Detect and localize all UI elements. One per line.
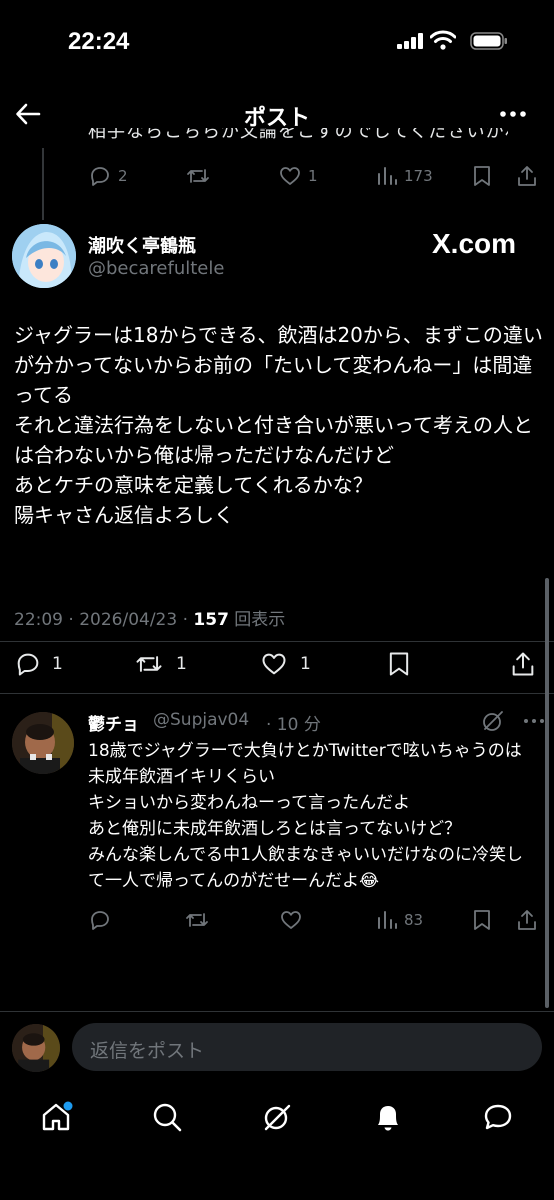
reply-time[interactable]: · 10 分	[266, 710, 321, 735]
display-name[interactable]: 潮吹く亭鶴瓶	[88, 232, 196, 258]
reply-icon[interactable]	[88, 908, 112, 932]
share-icon[interactable]	[510, 650, 536, 678]
divider	[0, 1011, 554, 1012]
display-name[interactable]: 鬱チョ	[88, 710, 139, 735]
divider	[0, 641, 554, 642]
avatar[interactable]	[12, 1024, 60, 1072]
view-count: 157	[193, 610, 229, 630]
tab-home[interactable]	[36, 1097, 76, 1137]
wifi-icon	[430, 30, 456, 50]
bookmark-icon[interactable]	[386, 650, 412, 678]
views-icon	[378, 167, 397, 185]
cellular-signal-icon	[397, 33, 423, 49]
bell-icon	[378, 1106, 398, 1131]
post-timestamp[interactable]: 22:09 · 2026/04/23 ·	[14, 610, 193, 630]
reply-count: 1	[52, 654, 63, 674]
views-icon	[378, 911, 397, 929]
views-button[interactable]: 83	[376, 908, 423, 932]
reply-button[interactable]: 1	[14, 650, 63, 678]
bookmark-icon[interactable]	[471, 164, 493, 188]
heart-icon[interactable]	[279, 908, 303, 932]
search-icon	[153, 1103, 182, 1132]
post-text: ジャグラーは18からできる、飲酒は20から、まずこの違いが分かってないからお前の…	[14, 323, 543, 527]
grok-icon	[264, 1104, 291, 1131]
reply-button[interactable]: 2	[88, 164, 128, 188]
share-icon[interactable]	[516, 908, 538, 932]
post-meta: 22:09 · 2026/04/23 · 157 回表示	[14, 605, 285, 630]
views-button[interactable]: 173	[376, 164, 433, 188]
xcom-badge: X.com	[432, 228, 517, 259]
reply-text: 18歳でジャグラーで大負けとかTwitterで呟いちゃうのは未成年飲酒イキリくら…	[88, 741, 523, 891]
repost-icon[interactable]	[184, 908, 210, 932]
repost-button[interactable]: 1	[134, 650, 187, 678]
handle[interactable]: @becarefultele	[88, 258, 224, 279]
like-count: 1	[308, 167, 318, 185]
avatar[interactable]	[12, 712, 74, 774]
tab-grok[interactable]	[257, 1097, 297, 1137]
share-icon[interactable]	[516, 164, 538, 188]
tab-search[interactable]	[147, 1097, 187, 1137]
grok-icon[interactable]	[481, 709, 505, 733]
like-button[interactable]: 1	[278, 164, 318, 188]
view-label: 回表示	[228, 610, 286, 630]
heart-icon	[262, 653, 286, 675]
scrollbar[interactable]	[545, 578, 549, 1008]
bookmark-icon[interactable]	[471, 908, 493, 932]
home-icon	[42, 1101, 73, 1131]
tab-notifications[interactable]	[368, 1097, 408, 1137]
divider	[0, 693, 554, 694]
repost-button[interactable]	[185, 164, 211, 188]
repost-icon	[187, 169, 209, 183]
reply-count: 2	[118, 167, 128, 185]
views-count: 173	[404, 167, 433, 185]
reply-compose-placeholder: 返信をポスト	[90, 1040, 205, 1062]
like-button[interactable]: 1	[260, 650, 311, 678]
more-icon[interactable]	[498, 100, 528, 128]
avatar[interactable]	[12, 224, 76, 288]
heart-icon	[280, 167, 300, 185]
handle[interactable]: @Supjav04	[153, 710, 249, 730]
tab-messages[interactable]	[478, 1097, 518, 1137]
reply-icon	[17, 653, 39, 676]
previous-post-text: 相手ならこちらが文論をこすのでしてくださいかね😅	[88, 128, 508, 142]
status-time: 22:24	[68, 28, 130, 55]
reply-icon	[91, 167, 109, 186]
battery-icon	[470, 32, 507, 50]
repost-icon	[136, 656, 162, 672]
more-icon[interactable]	[522, 709, 546, 733]
messages-icon	[484, 1104, 512, 1130]
thread-line	[42, 148, 44, 220]
repost-count: 1	[176, 654, 187, 674]
like-count: 1	[300, 654, 311, 674]
views-count: 83	[404, 911, 424, 929]
